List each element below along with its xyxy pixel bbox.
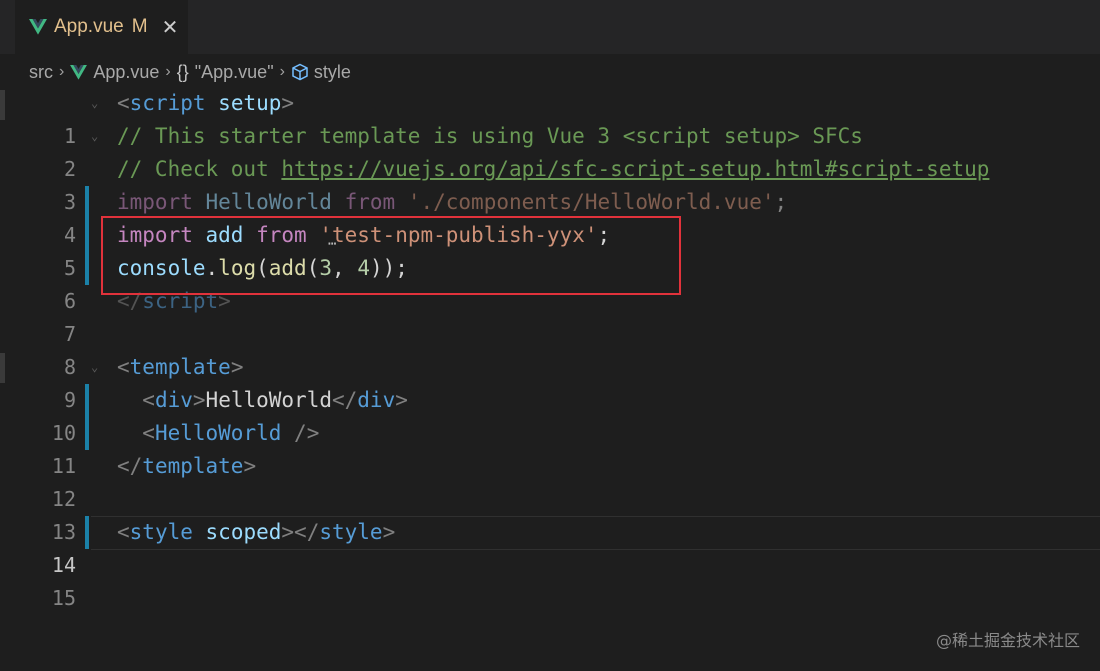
token-ident: HelloWorld bbox=[205, 190, 332, 214]
token-tag: template bbox=[129, 355, 231, 379]
chevron-down-icon[interactable]: ⌄ bbox=[91, 351, 98, 384]
token-ident: console bbox=[117, 256, 206, 280]
code-line: 5 import add from 'test-npm-publish-yyx'… bbox=[0, 219, 1100, 280]
token-punct: </ bbox=[117, 289, 143, 313]
token-punct: > bbox=[230, 355, 244, 379]
chevron-right-icon: › bbox=[59, 63, 65, 80]
token-tag: HelloWorld bbox=[154, 421, 282, 445]
code-line: 2 ⌄ // This starter template is using Vu… bbox=[0, 120, 1100, 181]
chevron-down-icon[interactable]: ⌄ bbox=[91, 87, 98, 120]
token-punct: </ bbox=[294, 520, 320, 544]
code-line-active: 14 <style scoped></style> bbox=[0, 516, 1100, 577]
token-tag: script bbox=[129, 91, 206, 115]
token-punct: </ bbox=[331, 388, 358, 412]
braces-icon: {} bbox=[176, 61, 189, 82]
watermark: @稀土掘金技术社区 bbox=[935, 631, 1080, 650]
line-number: 15 bbox=[51, 586, 76, 610]
token-keyword: from bbox=[256, 223, 307, 247]
token-punct: > bbox=[243, 454, 257, 478]
tab-bar: App.vue M ✕ bbox=[0, 0, 1100, 54]
token-punct: < bbox=[117, 91, 130, 115]
close-icon[interactable]: ✕ bbox=[162, 15, 179, 40]
breadcrumb: src › App.vue › {} "App.vue" › style bbox=[0, 54, 1100, 90]
comment-link[interactable]: https://vuejs.org/api/sfc-script-setup.h… bbox=[281, 157, 989, 181]
code-line: 8 bbox=[0, 318, 1100, 379]
token-punct: < bbox=[117, 355, 130, 379]
breadcrumb-label: App.vue bbox=[93, 61, 160, 82]
token-tag: script bbox=[142, 289, 219, 313]
token-keyword: from bbox=[344, 190, 396, 214]
token-func: log bbox=[218, 256, 257, 280]
token-tag: div bbox=[154, 388, 193, 412]
token-punct: )); bbox=[369, 256, 408, 280]
token-punct: > bbox=[192, 388, 206, 412]
code-line: 7 </script> bbox=[0, 285, 1100, 346]
token-string: './components/HelloWorld.vue' bbox=[407, 190, 775, 214]
code-line: 15 bbox=[0, 549, 1100, 610]
token-comment: // This starter template is using Vue 3 … bbox=[117, 124, 863, 148]
token-punct: > bbox=[281, 91, 295, 115]
token-attr: scoped bbox=[205, 520, 282, 544]
code-line: 3 // Check out https://vuejs.org/api/sfc… bbox=[0, 153, 1100, 214]
tab-app-vue[interactable]: App.vue M ✕ bbox=[15, 0, 188, 54]
token-punct: > bbox=[395, 388, 408, 412]
code-line: 13 bbox=[0, 483, 1100, 544]
breadcrumb-label: style bbox=[313, 61, 351, 82]
token-punct: < bbox=[142, 421, 155, 445]
token-punct: ( bbox=[256, 256, 269, 280]
code-line: 12 </template> bbox=[0, 450, 1100, 511]
token-tag: style bbox=[319, 520, 383, 544]
code-line: 10 <div>HelloWorld</div> bbox=[0, 384, 1100, 445]
token-comment: // Check out bbox=[117, 157, 282, 181]
breadcrumb-item-src[interactable]: src bbox=[29, 62, 53, 83]
tab-modified-indicator: M bbox=[131, 16, 148, 37]
token-punct: . bbox=[205, 256, 219, 280]
token-punct: > bbox=[218, 289, 231, 313]
chevron-down-icon[interactable]: ⌄ bbox=[91, 120, 98, 153]
vue-logo-icon bbox=[29, 19, 47, 35]
code-line: 6 console.log(add(3, 4)); bbox=[0, 252, 1100, 313]
token-punct: , bbox=[332, 256, 358, 280]
token-tag: div bbox=[357, 388, 396, 412]
token-number: 3 bbox=[319, 256, 333, 280]
token-attr: setup bbox=[218, 91, 282, 115]
code-line: 11 <HelloWorld /> bbox=[0, 417, 1100, 478]
token-keyword: import bbox=[117, 190, 193, 214]
token-func: add bbox=[268, 256, 307, 280]
token-text: HelloWorld bbox=[205, 388, 332, 412]
breadcrumb-item-app-vue[interactable]: App.vue bbox=[70, 62, 159, 83]
token-punct: > bbox=[281, 520, 295, 544]
token-punct: ; bbox=[774, 190, 788, 214]
code-line: 4 import HelloWorld from './components/H… bbox=[0, 186, 1100, 247]
chevron-right-icon: › bbox=[279, 63, 285, 80]
token-tag: style bbox=[129, 520, 193, 544]
breadcrumb-label: "App.vue" bbox=[194, 61, 274, 82]
token-number: 4 bbox=[357, 256, 370, 280]
breadcrumb-item-style[interactable]: style bbox=[291, 62, 351, 83]
code-line: 9 ⌄ <template> bbox=[0, 351, 1100, 412]
token-punct: ( bbox=[306, 256, 320, 280]
token-keyword: import bbox=[117, 223, 193, 247]
token-punct: > bbox=[382, 520, 396, 544]
token-punct: ; bbox=[597, 223, 611, 247]
code-editor[interactable]: 1 ⌄ <script setup> 2 ⌄ // This starter t… bbox=[0, 87, 1100, 671]
token-punct: < bbox=[142, 388, 155, 412]
token-punct: </ bbox=[117, 454, 143, 478]
vue-logo-icon bbox=[70, 64, 88, 80]
cube-icon bbox=[292, 63, 308, 81]
editor-window: App.vue M ✕ src › App.vue › {} "App.vue"… bbox=[0, 0, 1100, 671]
token-punct: < bbox=[117, 520, 130, 544]
token-punct: /> bbox=[294, 421, 320, 445]
chevron-right-icon: › bbox=[165, 63, 171, 80]
breadcrumb-item-component[interactable]: {} "App.vue" bbox=[177, 62, 274, 83]
tab-filename: App.vue bbox=[54, 16, 124, 37]
breadcrumb-label: src bbox=[29, 61, 53, 82]
code-line: 1 ⌄ <script setup> bbox=[0, 87, 1100, 148]
token-string: 'test-npm-publish-yyx' bbox=[319, 223, 598, 247]
token-ident: add bbox=[205, 223, 244, 247]
token-tag: template bbox=[142, 454, 244, 478]
